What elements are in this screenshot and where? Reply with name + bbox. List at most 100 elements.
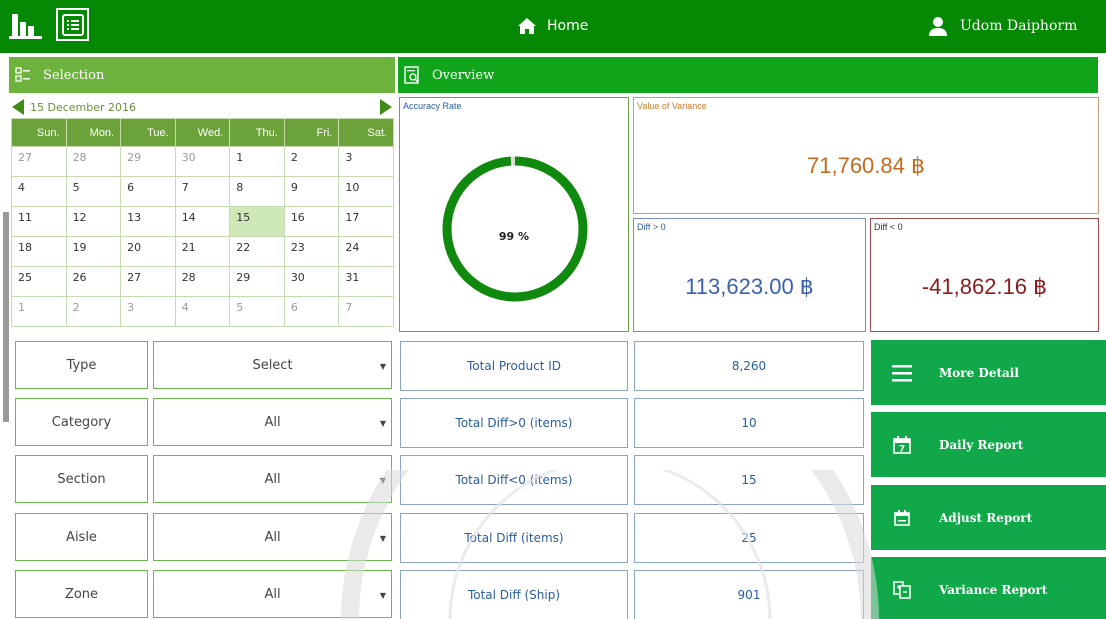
category-select[interactable]: All ▼ [153, 398, 392, 446]
calendar-day[interactable]: 22 [229, 236, 285, 267]
calendar-day[interactable]: 1 [11, 296, 67, 327]
bar-chart-icon[interactable] [9, 8, 42, 41]
stat-label: Total Diff<0 (items) [400, 455, 628, 505]
calendar-day[interactable]: 24 [338, 236, 394, 267]
calendar-day[interactable]: 30 [174, 146, 231, 177]
report-search-icon [404, 66, 420, 84]
calendar-day[interactable]: 23 [283, 236, 340, 267]
diff-positive-card: Diff > 0 113,623.00 ฿ [633, 218, 866, 332]
overview-title: Overview [432, 67, 495, 83]
calendar-day[interactable]: 10 [338, 176, 394, 207]
calendar-day[interactable]: 30 [283, 266, 340, 297]
calendar-day[interactable]: 25 [11, 266, 67, 297]
stat-value: 25 [634, 513, 864, 563]
value-of-variance-card: Value of Variance 71,760.84 ฿ [633, 97, 1099, 214]
scrollbar[interactable] [3, 212, 9, 422]
stat-label: Total Product ID [400, 341, 628, 391]
calendar-day[interactable]: 31 [338, 266, 394, 297]
more-detail-button[interactable]: More Detail [871, 340, 1106, 405]
calendar-day[interactable]: 20 [120, 236, 176, 267]
daily-report-label: Daily Report [939, 437, 1024, 452]
chevron-down-icon: ▼ [379, 591, 386, 600]
calendar-day[interactable]: 21 [174, 236, 231, 267]
home-link[interactable]: Home [517, 17, 588, 35]
calendar-day[interactable]: 29 [229, 266, 285, 297]
calendar-day[interactable]: 28 [65, 146, 122, 177]
weekday-header: Mon. [65, 118, 122, 147]
calendar-day[interactable]: 6 [283, 296, 340, 327]
variance-value: 71,760.84 ฿ [807, 153, 925, 178]
calendar-day[interactable]: 9 [283, 176, 340, 207]
calendar-day[interactable]: 8 [229, 176, 285, 207]
aisle-select-value: All [264, 529, 281, 545]
calendar-day[interactable]: 12 [65, 206, 122, 237]
stat-value: 901 [634, 570, 864, 619]
calendar-day[interactable]: 27 [11, 146, 67, 177]
calendar-day[interactable]: 13 [120, 206, 176, 237]
calendar-day[interactable]: 19 [65, 236, 122, 267]
variance-report-button[interactable]: Variance Report [871, 557, 1106, 619]
list-icon[interactable] [56, 8, 89, 41]
user-icon [929, 17, 947, 36]
prev-month-arrow-icon[interactable] [12, 99, 24, 115]
zone-select-value: All [264, 586, 281, 602]
calendar-day[interactable]: 29 [120, 146, 176, 177]
stat-value: 10 [634, 398, 864, 448]
calendar-day[interactable]: 6 [120, 176, 176, 207]
calendar-day[interactable]: 1 [229, 146, 285, 177]
calendar-day[interactable]: 2 [65, 296, 122, 327]
diff-negative-label: Diff < 0 [874, 222, 903, 232]
calendar-day[interactable]: 11 [11, 206, 67, 237]
calendar-day[interactable]: 3 [120, 296, 176, 327]
category-label: Category [15, 398, 148, 446]
calendar-day[interactable]: 7 [338, 296, 394, 327]
calendar-day[interactable]: 16 [283, 206, 340, 237]
type-select[interactable]: Select ▼ [153, 341, 392, 389]
calendar-day[interactable]: 18 [11, 236, 67, 267]
adjust-report-label: Adjust Report [939, 510, 1033, 525]
calendar-day[interactable]: 5 [65, 176, 122, 207]
more-detail-label: More Detail [939, 365, 1019, 380]
home-label: Home [547, 18, 589, 34]
menu-icon [891, 364, 913, 382]
daily-report-button[interactable]: 7 Daily Report [871, 412, 1106, 477]
weekday-header: Wed. [174, 118, 231, 147]
chevron-down-icon: ▼ [379, 419, 386, 428]
calendar-day[interactable]: 17 [338, 206, 394, 237]
calendar-day[interactable]: 3 [338, 146, 394, 177]
compare-doc-icon [891, 580, 913, 599]
calendar-day[interactable]: 28 [174, 266, 231, 297]
accuracy-rate-label: Accuracy Rate [403, 101, 462, 111]
calendar-day[interactable]: 27 [120, 266, 176, 297]
selection-title: Selection [43, 67, 105, 83]
adjust-report-button[interactable]: Adjust Report [871, 485, 1106, 550]
overview-header: Overview [398, 57, 1098, 93]
accuracy-rate-card: Accuracy Rate 99 % [399, 97, 629, 332]
chevron-down-icon: ▼ [379, 476, 386, 485]
calendar-day-selected[interactable]: 15 [229, 206, 285, 237]
zone-select[interactable]: All ▼ [153, 570, 392, 618]
weekday-header: Thu. [229, 118, 285, 147]
weekday-header: Sun. [11, 118, 67, 147]
calendar-day[interactable]: 4 [11, 176, 67, 207]
aisle-select[interactable]: All ▼ [153, 513, 392, 561]
calendar-day[interactable]: 5 [229, 296, 285, 327]
calendar-day[interactable]: 7 [174, 176, 231, 207]
section-select[interactable]: All ▼ [153, 455, 392, 503]
weekday-header: Tue. [120, 118, 176, 147]
calendar-day[interactable]: 2 [283, 146, 340, 177]
user-menu[interactable]: Udom Daiphorm [928, 16, 1077, 36]
section-select-value: All [264, 471, 281, 487]
stat-label: Total Diff>0 (items) [400, 398, 628, 448]
user-name: Udom Daiphorm [960, 18, 1078, 34]
calendar-7-icon: 7 [891, 435, 913, 454]
accuracy-donut [442, 156, 588, 302]
calendar-day[interactable]: 26 [65, 266, 122, 297]
calendar-day[interactable]: 4 [174, 296, 231, 327]
diff-negative-value: -41,862.16 ฿ [921, 274, 1048, 299]
calendar-icon [891, 509, 913, 526]
calendar-day[interactable]: 14 [174, 206, 231, 237]
next-month-arrow-icon[interactable] [380, 99, 392, 115]
checklist-icon [15, 67, 31, 83]
zone-label: Zone [15, 570, 148, 618]
